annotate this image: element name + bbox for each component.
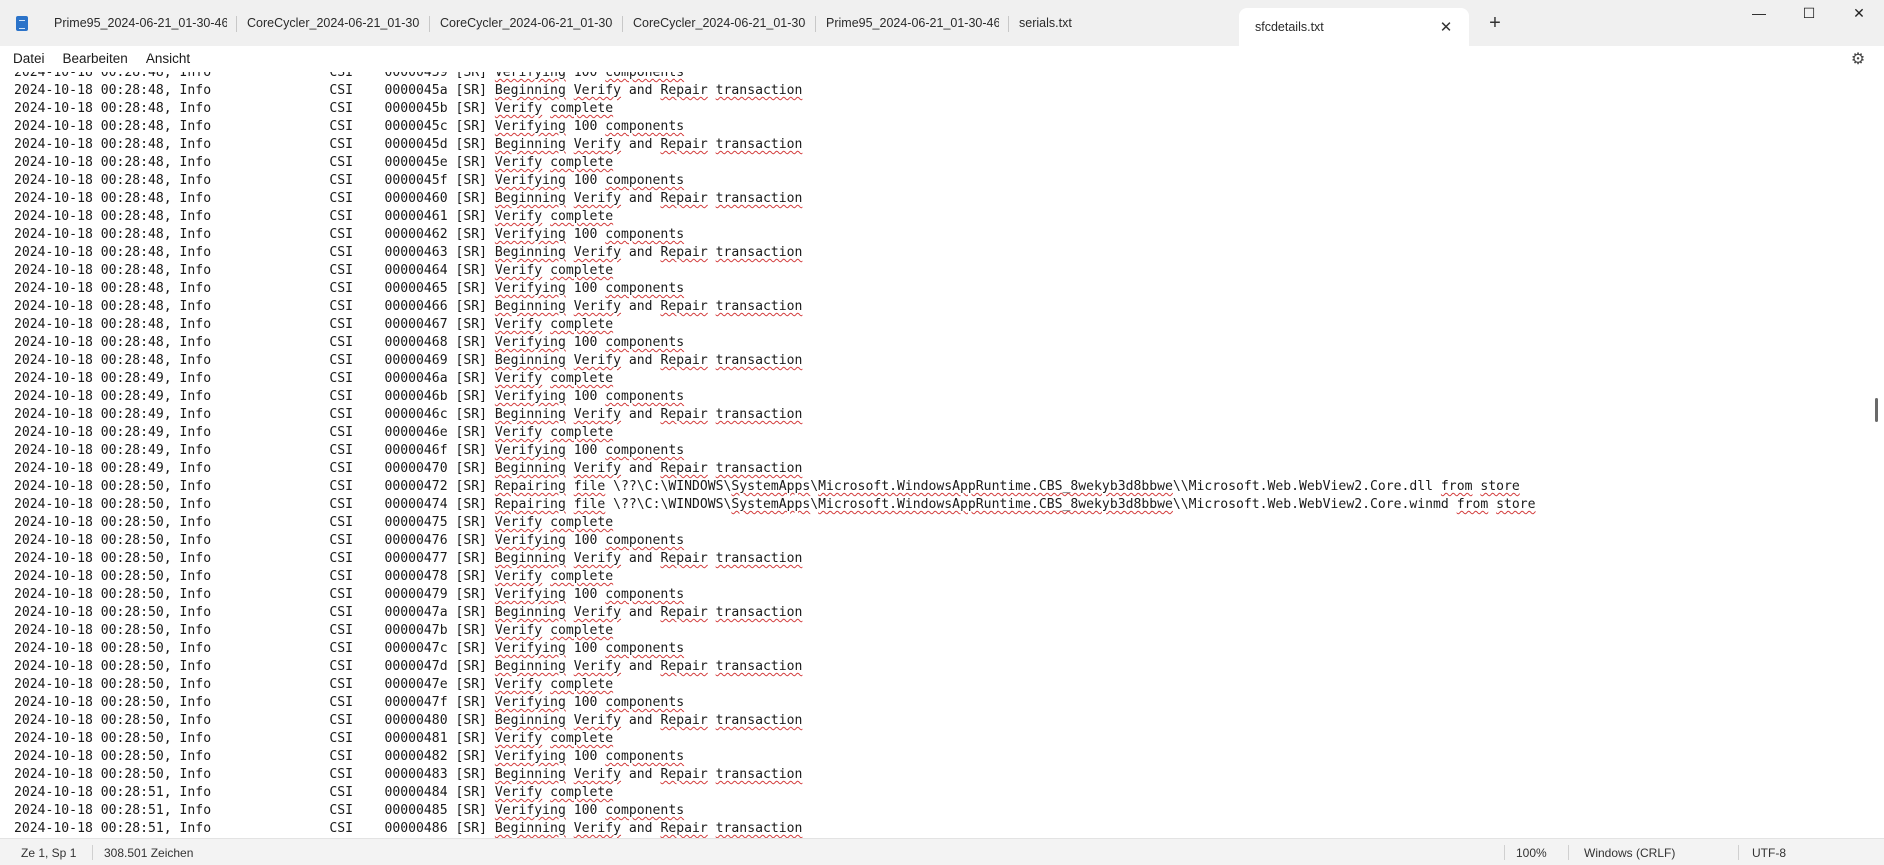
log-line: 2024-10-18 00:28:48, Info CSI 0000045f [… xyxy=(14,173,685,188)
log-line: 2024-10-18 00:28:48, Info CSI 0000045d [… xyxy=(14,137,803,152)
log-line: 2024-10-18 00:28:49, Info CSI 00000470 [… xyxy=(14,461,803,476)
log-line: 2024-10-18 00:28:51, Info CSI 00000486 [… xyxy=(14,821,803,836)
log-line: 2024-10-18 00:28:50, Info CSI 0000047e [… xyxy=(14,677,614,692)
tab-corecycler-1[interactable]: CoreCycler_2024-06-21_01-30-46_PRIME! xyxy=(237,0,430,46)
log-line: 2024-10-18 00:28:50, Info CSI 00000481 [… xyxy=(14,731,614,746)
log-line: 2024-10-18 00:28:50, Info CSI 0000047c [… xyxy=(14,641,685,656)
tab-corecycler-2[interactable]: CoreCycler_2024-06-21_01-30-46_PRIME! xyxy=(430,0,623,46)
tab-label: Prime95_2024-06-21_01-30-46_SSE_HUGI xyxy=(826,16,999,30)
log-line: 2024-10-18 00:28:48, Info CSI 0000045e [… xyxy=(14,155,614,170)
status-divider xyxy=(92,845,93,860)
log-line: 2024-10-18 00:28:49, Info CSI 0000046e [… xyxy=(14,425,614,440)
tab-serials[interactable]: serials.txt xyxy=(1009,0,1239,46)
log-line: 2024-10-18 00:28:50, Info CSI 00000472 [… xyxy=(14,479,1520,494)
zoom-level[interactable]: 100% xyxy=(1516,839,1547,865)
status-bar: Ze 1, Sp 1 308.501 Zeichen 100% Windows … xyxy=(0,838,1884,865)
menu-edit[interactable]: Bearbeiten xyxy=(54,48,137,70)
log-line: 2024-10-18 00:28:50, Info CSI 00000474 [… xyxy=(14,497,1536,512)
gear-icon[interactable]: ⚙ xyxy=(1846,46,1870,72)
notepad-icon xyxy=(0,0,44,46)
text-editor[interactable]: 2024-10-18 00:28:48, Info CSI 00000459 [… xyxy=(0,72,1884,838)
log-line: 2024-10-18 00:28:50, Info CSI 00000482 [… xyxy=(14,749,685,764)
log-line: 2024-10-18 00:28:50, Info CSI 0000047b [… xyxy=(14,623,614,638)
log-line: 2024-10-18 00:28:50, Info CSI 0000047f [… xyxy=(14,695,685,710)
log-line: 2024-10-18 00:28:49, Info CSI 0000046b [… xyxy=(14,389,685,404)
log-line: 2024-10-18 00:28:51, Info CSI 00000485 [… xyxy=(14,803,685,818)
character-count: 308.501 Zeichen xyxy=(104,845,194,860)
tab-label: CoreCycler_2024-06-21_01-30-46_PRIME! xyxy=(440,16,613,30)
log-line: 2024-10-18 00:28:50, Info CSI 00000475 [… xyxy=(14,515,614,530)
editor-content[interactable]: 2024-10-18 00:28:48, Info CSI 00000459 [… xyxy=(14,72,1536,838)
log-line: 2024-10-18 00:28:50, Info CSI 00000479 [… xyxy=(14,587,685,602)
log-line: 2024-10-18 00:28:48, Info CSI 0000045b [… xyxy=(14,101,614,116)
log-line: 2024-10-18 00:28:50, Info CSI 00000477 [… xyxy=(14,551,803,566)
log-line: 2024-10-18 00:28:48, Info CSI 00000462 [… xyxy=(14,227,685,242)
log-line: 2024-10-18 00:28:48, Info CSI 00000467 [… xyxy=(14,317,614,332)
plus-icon[interactable]: + xyxy=(1475,0,1515,46)
tab-label: Prime95_2024-06-21_01-30-46_SSE_HUGI xyxy=(54,16,227,30)
tab-label: CoreCycler_2024-06-21_01-30-46_PRIME! xyxy=(633,16,806,30)
log-line: 2024-10-18 00:28:48, Info CSI 0000045c [… xyxy=(14,119,685,134)
log-line: 2024-10-18 00:28:51, Info CSI 00000484 [… xyxy=(14,785,614,800)
log-line: 2024-10-18 00:28:48, Info CSI 00000463 [… xyxy=(14,245,803,260)
tab-label: serials.txt xyxy=(1019,16,1072,30)
tab-strip: Prime95_2024-06-21_01-30-46_SSE_HUGI Cor… xyxy=(44,0,1515,46)
log-line: 2024-10-18 00:28:48, Info CSI 00000469 [… xyxy=(14,353,803,368)
menu-view[interactable]: Ansicht xyxy=(137,48,199,70)
log-line: 2024-10-18 00:28:50, Info CSI 00000483 [… xyxy=(14,767,803,782)
status-divider xyxy=(1568,845,1569,860)
window-close-icon[interactable]: ✕ xyxy=(1834,0,1884,26)
log-line: 2024-10-18 00:28:50, Info CSI 00000476 [… xyxy=(14,533,685,548)
log-line: 2024-10-18 00:28:48, Info CSI 00000459 [… xyxy=(14,72,685,80)
menu-file[interactable]: Datei xyxy=(4,48,54,70)
log-line: 2024-10-18 00:28:49, Info CSI 0000046c [… xyxy=(14,407,803,422)
status-divider xyxy=(1504,845,1505,860)
status-divider xyxy=(1738,845,1739,860)
tab-sfcdetails-active[interactable]: sfcdetails.txt ✕ xyxy=(1239,8,1469,46)
log-line: 2024-10-18 00:28:48, Info CSI 00000464 [… xyxy=(14,263,614,278)
log-line: 2024-10-18 00:28:50, Info CSI 00000478 [… xyxy=(14,569,614,584)
minimize-icon[interactable]: — xyxy=(1734,0,1784,26)
log-line: 2024-10-18 00:28:48, Info CSI 00000460 [… xyxy=(14,191,803,206)
tab-label: sfcdetails.txt xyxy=(1255,20,1324,34)
log-line: 2024-10-18 00:28:48, Info CSI 00000466 [… xyxy=(14,299,803,314)
log-line: 2024-10-18 00:28:50, Info CSI 0000047a [… xyxy=(14,605,803,620)
log-line: 2024-10-18 00:28:48, Info CSI 00000465 [… xyxy=(14,281,685,296)
tab-corecycler-3[interactable]: CoreCycler_2024-06-21_01-30-46_PRIME! xyxy=(623,0,816,46)
log-line: 2024-10-18 00:28:48, Info CSI 0000045a [… xyxy=(14,83,803,98)
log-line: 2024-10-18 00:28:49, Info CSI 0000046a [… xyxy=(14,371,614,386)
title-bar: Prime95_2024-06-21_01-30-46_SSE_HUGI Cor… xyxy=(0,0,1884,46)
cursor-position[interactable]: Ze 1, Sp 1 xyxy=(21,839,76,865)
menu-bar: Datei Bearbeiten Ansicht ⚙ xyxy=(0,46,1884,72)
log-line: 2024-10-18 00:28:50, Info CSI 00000480 [… xyxy=(14,713,803,728)
window-controls: — ☐ ✕ xyxy=(1734,0,1884,30)
log-line: 2024-10-18 00:28:49, Info CSI 0000046f [… xyxy=(14,443,685,458)
close-icon[interactable]: ✕ xyxy=(1435,16,1457,38)
encoding[interactable]: UTF-8 xyxy=(1752,839,1786,865)
tab-prime95-2[interactable]: Prime95_2024-06-21_01-30-46_SSE_HUGI xyxy=(816,0,1009,46)
log-line: 2024-10-18 00:28:48, Info CSI 00000468 [… xyxy=(14,335,685,350)
tab-prime95-1[interactable]: Prime95_2024-06-21_01-30-46_SSE_HUGI xyxy=(44,0,237,46)
log-line: 2024-10-18 00:28:50, Info CSI 0000047d [… xyxy=(14,659,803,674)
log-line: 2024-10-18 00:28:48, Info CSI 00000461 [… xyxy=(14,209,614,224)
tab-label: CoreCycler_2024-06-21_01-30-46_PRIME! xyxy=(247,16,420,30)
line-ending[interactable]: Windows (CRLF) xyxy=(1584,839,1675,865)
scrollbar-thumb[interactable] xyxy=(1875,398,1878,422)
maximize-icon[interactable]: ☐ xyxy=(1784,0,1834,26)
